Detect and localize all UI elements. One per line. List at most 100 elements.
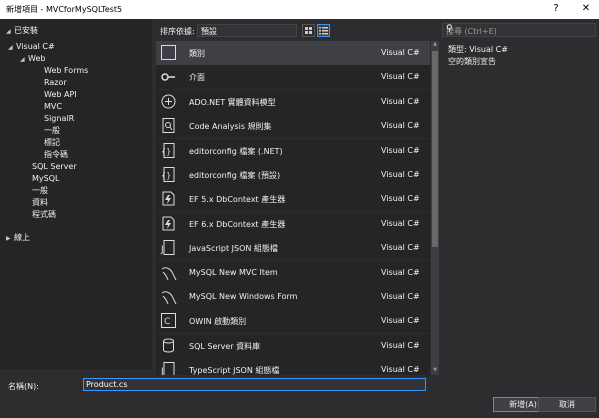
- template-name: Code Analysis 規則集: [189, 122, 272, 132]
- tree-item[interactable]: SQL Server: [32, 161, 77, 173]
- svg-text:C: C: [164, 317, 170, 327]
- template-row[interactable]: EF 5.x DbContext 產生器 Visual C#: [156, 187, 430, 212]
- list-toolbar: 排序依據: 預設 ▾ 搜尋 (Ctrl+E) ⚲: [152, 19, 599, 41]
- template-row[interactable]: SQL Server 資料庫 Visual C#: [156, 333, 430, 358]
- name-field[interactable]: Product.cs: [83, 378, 426, 391]
- template-row[interactable]: EF 6.x DbContext 產生器 Visual C#: [156, 211, 430, 236]
- tree-item[interactable]: 資料: [32, 197, 48, 209]
- template-language: Visual C#: [381, 194, 420, 204]
- scrollbar-thumb[interactable]: [432, 51, 438, 247]
- cancel-button[interactable]: 取消: [538, 397, 596, 412]
- owin-icon: C: [160, 312, 177, 329]
- search-icon[interactable]: ⚲: [446, 24, 593, 34]
- template-language: Visual C#: [381, 340, 420, 350]
- editorconfig-icon: {}: [160, 166, 177, 183]
- detail-pane: 類型: Visual C# 空的類別宣告: [448, 44, 508, 68]
- grid-view-button[interactable]: [302, 24, 315, 37]
- list-view-button[interactable]: [317, 24, 330, 37]
- svg-text:{}: {}: [161, 171, 171, 180]
- list-view-icon: [319, 27, 328, 35]
- scroll-up-icon[interactable]: ▲: [431, 41, 439, 49]
- detail-type: 類型: Visual C#: [448, 45, 508, 54]
- svg-text:J: J: [160, 367, 164, 375]
- tree-item[interactable]: SignalR: [44, 113, 74, 125]
- name-label: 名稱(N):: [8, 382, 39, 391]
- template-language: Visual C#: [381, 48, 420, 57]
- template-language: Visual C#: [381, 292, 420, 301]
- collapse-arrow-icon: ◢: [20, 56, 25, 63]
- template-name: 類別: [189, 49, 205, 58]
- template-name: editorconfig 檔案 (.NET): [189, 146, 283, 156]
- template-name: EF 5.x DbContext 產生器: [189, 195, 286, 205]
- template-name: editorconfig 檔案 (預設): [189, 171, 281, 180]
- collapse-arrow-icon: ◢: [6, 28, 11, 35]
- template-row[interactable]: {} editorconfig 檔案 (預設) Visual C#: [156, 163, 430, 187]
- template-row[interactable]: {} editorconfig 檔案 (.NET) Visual C#: [156, 138, 430, 163]
- help-button[interactable]: ?: [549, 2, 563, 16]
- template-row[interactable]: J TypeScript JSON 組態檔 Visual C#: [156, 358, 430, 375]
- template-name: SQL Server 資料庫: [189, 341, 261, 351]
- template-name: MySQL New Windows Form: [189, 292, 298, 301]
- template-language: Visual C#: [381, 316, 420, 326]
- template-language: Visual C#: [381, 121, 420, 131]
- tree-item[interactable]: Web API: [44, 89, 77, 101]
- online-node[interactable]: ▶ 線上: [6, 232, 30, 244]
- svg-text:J: J: [160, 245, 164, 255]
- dbcontext-icon: [160, 190, 177, 207]
- code-analysis-icon: [160, 117, 177, 134]
- collapse-arrow-icon: ◢: [8, 44, 13, 51]
- entity-model-icon: [160, 93, 177, 110]
- template-name: EF 6.x DbContext 產生器: [189, 219, 286, 229]
- template-list-scrollbar[interactable]: ▲ ▼: [431, 41, 439, 375]
- window-title: 新增項目 - MVCforMySQLTest5: [6, 5, 123, 14]
- mysql-icon: [160, 288, 177, 305]
- sort-dropdown[interactable]: 預設 ▾: [197, 24, 297, 37]
- template-row[interactable]: J JavaScript JSON 組態檔 Visual C#: [156, 236, 430, 261]
- installed-header[interactable]: ◢ 已安裝: [6, 25, 38, 36]
- template-language: Visual C#: [381, 267, 420, 277]
- template-name: TypeScript JSON 組態檔: [189, 366, 280, 375]
- template-name: 介面: [189, 73, 205, 83]
- template-language: Visual C#: [381, 170, 420, 179]
- template-language: Visual C#: [381, 365, 420, 375]
- detail-description: 空的類別宣告: [448, 57, 496, 66]
- json-icon: J: [160, 361, 177, 375]
- search-input[interactable]: 搜尋 (Ctrl+E) ⚲: [442, 23, 596, 37]
- svg-text:{}: {}: [161, 147, 171, 156]
- tree-item[interactable]: Razor: [44, 77, 67, 89]
- template-name: JavaScript JSON 組態檔: [189, 244, 278, 254]
- template-row[interactable]: ADO.NET 實體資料模型 Visual C#: [156, 89, 430, 114]
- title-bar: 新增項目 - MVCforMySQLTest5 ? ✕: [0, 0, 599, 19]
- template-name: ADO.NET 實體資料模型: [189, 97, 276, 107]
- tree-item[interactable]: MVC: [44, 101, 62, 113]
- scroll-down-icon[interactable]: ▼: [431, 367, 439, 375]
- template-row[interactable]: MySQL New MVC Item Visual C#: [156, 260, 430, 285]
- tree-item[interactable]: ◢ Visual C#: [8, 41, 55, 53]
- tree-item[interactable]: 指令碼: [44, 149, 68, 161]
- category-pane: ◢ 已安裝 ◢ Visual C# ◢ Web Web Forms Razor Web API…: [0, 19, 152, 369]
- template-language: Visual C#: [381, 243, 420, 253]
- template-language: Visual C#: [381, 218, 420, 228]
- tree-item[interactable]: 一般: [32, 185, 48, 197]
- close-button[interactable]: ✕: [579, 2, 593, 16]
- json-icon: J: [160, 239, 177, 256]
- template-language: Visual C#: [381, 96, 420, 106]
- template-row[interactable]: 介面 Visual C#: [156, 65, 430, 90]
- grid-view-icon: [305, 27, 312, 34]
- svg-text:C: C: [164, 49, 170, 59]
- tree-item[interactable]: MySQL: [32, 173, 59, 185]
- bottom-bar: 名稱(N): Product.cs 新增(A) 取消: [0, 375, 599, 418]
- template-row[interactable]: C OWIN 啟動類別 Visual C#: [156, 309, 430, 334]
- template-row[interactable]: MySQL New Windows Form Visual C#: [156, 285, 430, 309]
- tree-item[interactable]: 一般: [44, 125, 60, 137]
- chevron-down-icon: ▾: [201, 25, 205, 33]
- editorconfig-icon: {}: [160, 142, 177, 159]
- tree-item[interactable]: 程式碼: [32, 209, 56, 221]
- template-row[interactable]: C 類別 Visual C#: [156, 41, 430, 65]
- template-list: C 類別 Visual C# 介面 Visual C# ADO.NET 實體資料模型 Vis…: [156, 41, 439, 375]
- tree-item[interactable]: 標記: [44, 137, 60, 149]
- template-row[interactable]: Code Analysis 規則集 Visual C#: [156, 114, 430, 139]
- expand-arrow-icon: ▶: [6, 235, 11, 242]
- tree-item[interactable]: Web Forms: [44, 65, 88, 77]
- tree-item[interactable]: ◢ Web: [20, 53, 45, 65]
